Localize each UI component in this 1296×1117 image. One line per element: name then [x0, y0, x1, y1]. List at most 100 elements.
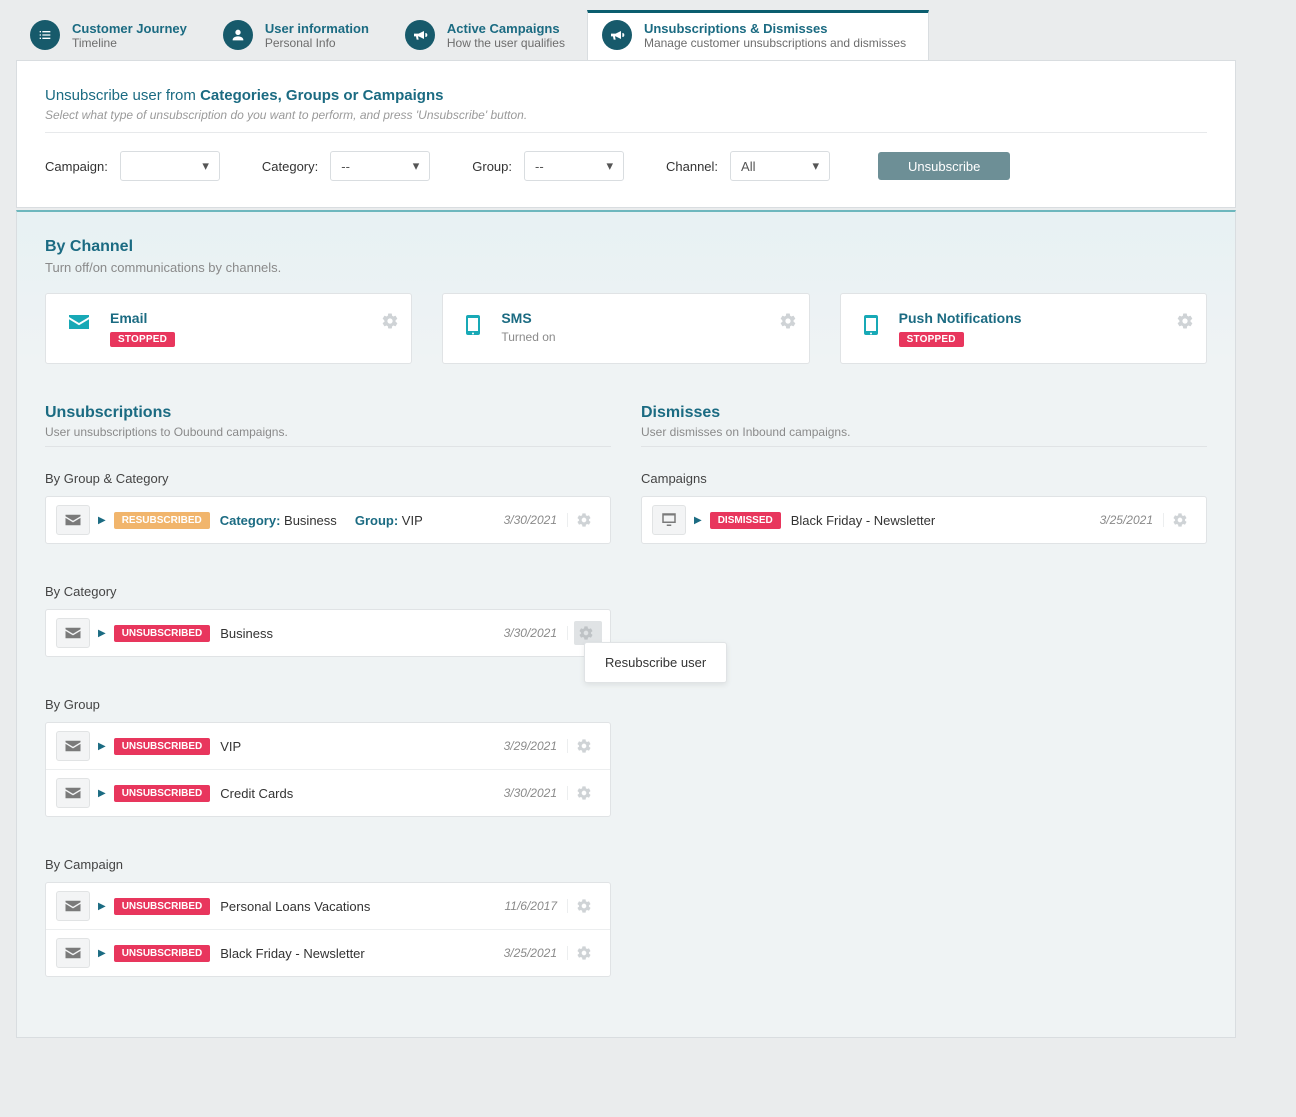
status-badge: RESUBSCRIBED: [114, 512, 210, 529]
chevron-right-icon[interactable]: ▶: [98, 948, 106, 959]
filters-row: Campaign: ▾ Category: -- ▾ Group: -- ▾ C…: [45, 151, 1207, 181]
field-value: Credit Cards: [220, 786, 293, 801]
tab-active-campaigns[interactable]: Active Campaigns How the user qualifies: [391, 10, 587, 60]
label-group: Group:: [472, 159, 512, 174]
select-value: --: [535, 159, 544, 174]
chevron-right-icon[interactable]: ▶: [98, 901, 106, 912]
section-subtitle: Turn off/on communications by channels.: [45, 260, 1207, 275]
col-subtitle: User unsubscriptions to Oubound campaign…: [45, 425, 611, 439]
chevron-down-icon: ▾: [606, 158, 613, 174]
label-category: Category:: [262, 159, 318, 174]
channel-card-email: Email STOPPED: [45, 293, 412, 364]
group-label: By Category: [45, 584, 611, 599]
gear-icon[interactable]: [779, 312, 797, 330]
gear-icon[interactable]: [576, 512, 600, 528]
gear-icon[interactable]: [1176, 312, 1194, 330]
table-row: ▶ UNSUBSCRIBED VIP 3/29/2021: [46, 723, 610, 769]
list-group-category: ▶ RESUBSCRIBED Category: Business Group:…: [45, 496, 611, 544]
tab-customer-journey[interactable]: Customer Journey Timeline: [16, 10, 209, 60]
title-bold: Categories, Groups or Campaigns: [200, 87, 443, 104]
title-prefix: Unsubscribe user from: [45, 87, 200, 104]
list-group: ▶ UNSUBSCRIBED VIP 3/29/2021 ▶ UNSUBSCRI…: [45, 722, 611, 817]
channel-name: Email: [110, 310, 175, 326]
field-label: Category:: [220, 513, 281, 528]
chevron-right-icon[interactable]: ▶: [694, 515, 702, 526]
select-channel[interactable]: All ▾: [730, 151, 830, 181]
field-value: Black Friday - Newsletter: [791, 513, 935, 528]
mail-icon: [64, 310, 94, 334]
gear-icon[interactable]: [576, 898, 600, 914]
mail-icon: [56, 778, 90, 808]
multi-channel-icon: [56, 938, 90, 968]
select-campaign[interactable]: ▾: [120, 151, 220, 181]
date: 3/30/2021: [504, 786, 568, 800]
monitor-icon: [652, 505, 686, 535]
chevron-down-icon: ▾: [413, 158, 420, 174]
tab-subtitle: Timeline: [72, 36, 187, 50]
channel-name: SMS: [501, 310, 555, 326]
card-title: Unsubscribe user from Categories, Groups…: [45, 87, 1207, 104]
tab-subtitle: Personal Info: [265, 36, 369, 50]
group-label: Campaigns: [641, 471, 1207, 486]
unsubscribe-card: Unsubscribe user from Categories, Groups…: [16, 61, 1236, 208]
tab-title: Unsubscriptions & Dismisses: [644, 21, 906, 36]
gear-icon[interactable]: [381, 312, 399, 330]
col-dismisses: Dismisses User dismisses on Inbound camp…: [641, 404, 1207, 977]
gear-icon[interactable]: [576, 945, 600, 961]
col-title: Dismisses: [641, 404, 1207, 422]
field-label: Group:: [355, 513, 398, 528]
group-label: By Campaign: [45, 857, 611, 872]
chevron-down-icon: ▾: [813, 158, 820, 174]
megaphone-icon: [602, 20, 632, 50]
tab-user-info[interactable]: User information Personal Info: [209, 10, 391, 60]
field-value: Business: [284, 513, 337, 528]
select-category[interactable]: -- ▾: [330, 151, 430, 181]
gear-icon[interactable]: [576, 738, 600, 754]
megaphone-icon: [405, 20, 435, 50]
divider: [641, 446, 1207, 447]
user-icon: [223, 20, 253, 50]
popover-resubscribe[interactable]: Resubscribe user: [584, 642, 727, 683]
tab-unsubscriptions[interactable]: Unsubscriptions & Dismisses Manage custo…: [587, 10, 929, 60]
chevron-right-icon[interactable]: ▶: [98, 741, 106, 752]
table-row: ▶ RESUBSCRIBED Category: Business Group:…: [46, 497, 610, 543]
status-badge: UNSUBSCRIBED: [114, 625, 211, 642]
divider: [45, 446, 611, 447]
tab-subtitle: Manage customer unsubscriptions and dism…: [644, 36, 906, 50]
card-help: Select what type of unsubscription do yo…: [45, 108, 1207, 122]
phone-icon: [859, 310, 883, 340]
channel-name: Push Notifications: [899, 310, 1022, 326]
chevron-right-icon[interactable]: ▶: [98, 515, 106, 526]
status-badge: UNSUBSCRIBED: [114, 738, 211, 755]
field-value: VIP: [402, 513, 423, 528]
group-label: By Group & Category: [45, 471, 611, 486]
channel-cards: Email STOPPED SMS Turned on Push Notific…: [45, 293, 1207, 364]
tab-subtitle: How the user qualifies: [447, 36, 565, 50]
chevron-right-icon[interactable]: ▶: [98, 788, 106, 799]
table-row: ▶ UNSUBSCRIBED Credit Cards 3/30/2021: [46, 769, 610, 816]
select-value: --: [341, 159, 350, 174]
select-group[interactable]: -- ▾: [524, 151, 624, 181]
status-badge: DISMISSED: [710, 512, 781, 529]
col-title: Unsubscriptions: [45, 404, 611, 422]
field-value: Black Friday - Newsletter: [220, 946, 364, 961]
multi-channel-icon: [56, 731, 90, 761]
section-title: By Channel: [45, 238, 1207, 256]
chevron-right-icon[interactable]: ▶: [98, 628, 106, 639]
unsubscribe-button[interactable]: Unsubscribe: [878, 152, 1010, 180]
main-section: By Channel Turn off/on communications by…: [16, 210, 1236, 1038]
phone-icon: [461, 310, 485, 340]
date: 11/6/2017: [505, 899, 569, 913]
date: 3/25/2021: [504, 946, 568, 960]
table-row: ▶ UNSUBSCRIBED Black Friday - Newsletter…: [46, 929, 610, 976]
status-badge: UNSUBSCRIBED: [114, 945, 211, 962]
divider: [45, 132, 1207, 133]
select-value: All: [741, 159, 755, 174]
channel-card-sms: SMS Turned on: [442, 293, 809, 364]
list-dismiss-campaigns: ▶ DISMISSED Black Friday - Newsletter 3/…: [641, 496, 1207, 544]
col-unsubscriptions: Unsubscriptions User unsubscriptions to …: [45, 404, 611, 977]
status-badge: UNSUBSCRIBED: [114, 898, 211, 915]
gear-icon[interactable]: [576, 785, 600, 801]
gear-icon[interactable]: [1172, 512, 1196, 528]
label-campaign: Campaign:: [45, 159, 108, 174]
